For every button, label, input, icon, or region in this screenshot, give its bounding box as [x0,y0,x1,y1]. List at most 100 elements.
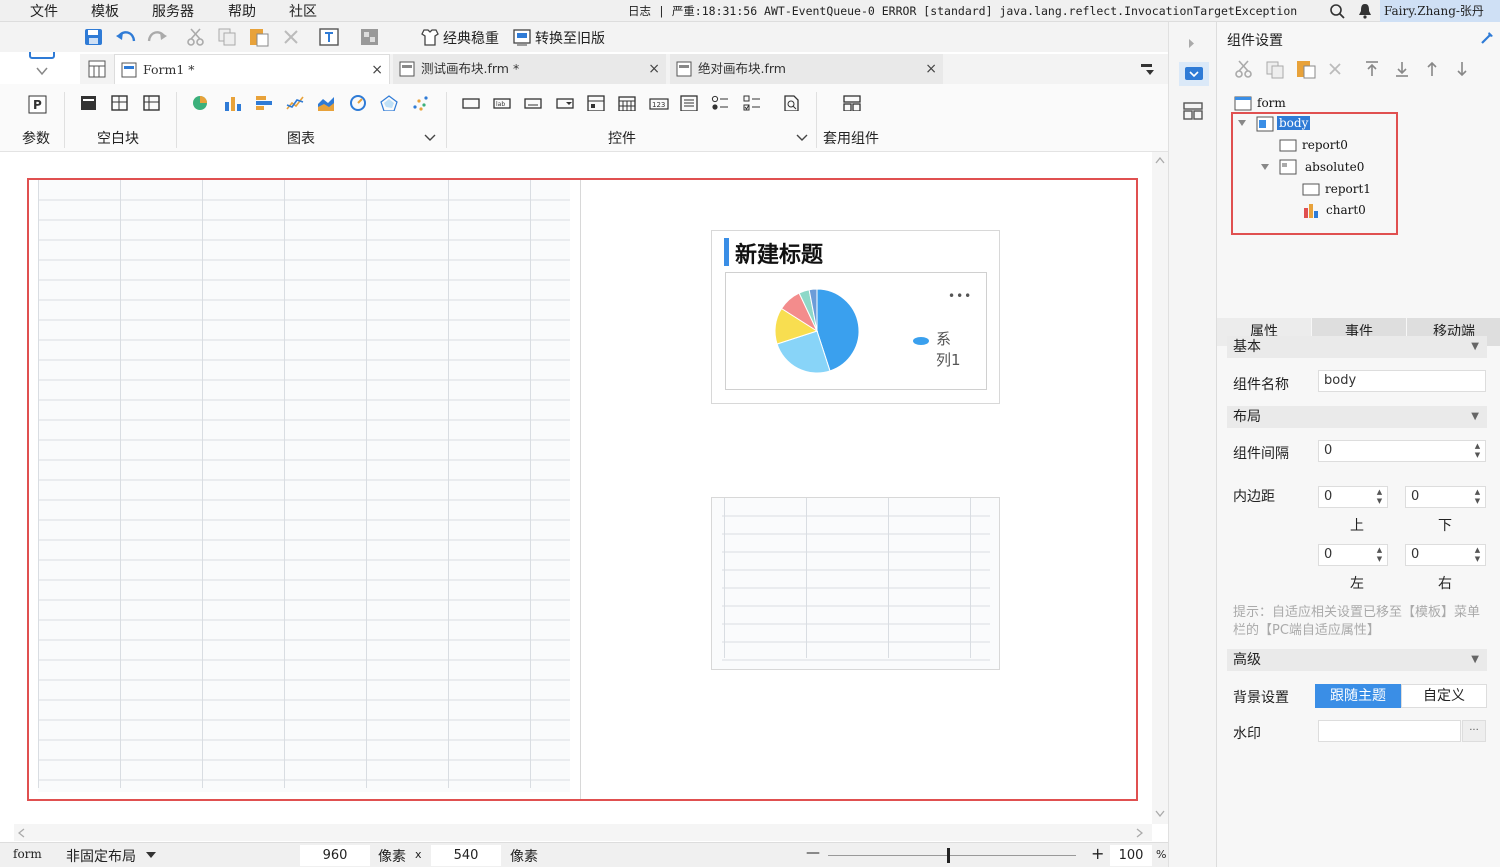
cut-icon[interactable] [186,28,206,46]
padding-top-input[interactable]: 0 ▲ ▼ [1318,486,1388,508]
date-control-icon[interactable] [618,95,636,111]
padding-left-input[interactable]: 0 ▲ ▼ [1318,544,1388,566]
watermark-input[interactable] [1318,720,1461,742]
bell-icon[interactable] [1357,2,1373,19]
label-control-icon[interactable]: lab [493,95,511,111]
padding-spinner-icon[interactable]: ▲ ▼ [1471,488,1484,506]
component-template-icon[interactable] [843,95,861,111]
watermark-more-button[interactable]: ··· [1462,720,1486,742]
layout-mode-select[interactable]: 非固定布局 [66,846,136,866]
user-name[interactable]: Fairy.Zhang-张丹 [1380,0,1500,22]
canvas-width-input[interactable]: 960 [300,845,370,866]
horizontal-bar-icon[interactable] [255,95,273,111]
search-icon[interactable] [1329,3,1345,19]
save-icon[interactable] [84,28,104,46]
parameter-icon[interactable]: P [28,95,48,115]
status-line[interactable]: 日志 | 严重:18:31:56 AWT-EventQueue-0 ERROR … [628,3,1297,19]
zoom-out-button[interactable]: — [806,845,820,861]
query-control-icon[interactable] [783,95,801,111]
move-bottom-icon[interactable] [1395,61,1409,77]
gap-spinner-icon[interactable]: ▲ ▼ [1471,442,1484,460]
zoom-value-input[interactable]: 100 [1110,845,1152,866]
ribbon-control-label[interactable]: 控件 [608,128,636,148]
dropdown-control-icon[interactable] [556,95,574,111]
padding-spinner-icon[interactable]: ▲ ▼ [1373,546,1386,564]
copy-icon[interactable] [217,27,237,47]
log-link[interactable]: 日志 [628,4,651,18]
ribbon-apply-label[interactable]: 套用组件 [823,128,879,148]
expand-panel-icon[interactable] [1188,38,1196,49]
section-advanced[interactable]: 高级 ▼ [1227,649,1487,671]
button-control-icon[interactable] [462,95,480,111]
blank-block-icon[interactable] [80,95,98,111]
section-basic[interactable]: 基本 ▼ [1227,336,1487,358]
menu-community[interactable]: 社区 [289,1,317,21]
tab-close-button[interactable]: × [925,54,937,84]
checkbox-group-control-icon[interactable] [743,95,761,111]
zoom-slider-track[interactable] [828,855,1076,856]
scroll-up-icon[interactable] [1155,157,1165,164]
delete-icon[interactable] [283,29,299,45]
paste-icon[interactable] [248,26,270,48]
radar-chart-icon[interactable] [380,95,398,111]
zoom-in-button[interactable]: + [1091,844,1104,863]
tab-form1[interactable]: Form1 * × [114,54,390,84]
gauge-chart-icon[interactable] [349,95,367,111]
menu-file[interactable]: 文件 [30,1,58,21]
control-expand-chevron-icon[interactable] [796,134,808,142]
padding-right-input[interactable]: 0 ▲ ▼ [1405,544,1486,566]
redo-icon[interactable] [146,28,168,46]
bar-chart-icon[interactable] [224,95,242,111]
section-layout[interactable]: 布局 ▼ [1227,406,1487,428]
horizontal-scrollbar[interactable] [14,824,1152,841]
bg-follow-theme-button[interactable]: 跟随主题 [1315,684,1401,708]
convert-old-version-button[interactable]: 转换至旧版 [535,28,605,48]
text-field-control-icon[interactable] [524,95,542,111]
move-up-icon[interactable] [1425,61,1439,77]
layout-mode-chevron-icon[interactable] [146,852,156,858]
preview-icon[interactable] [319,27,341,47]
tree-delete-icon[interactable] [1328,62,1342,76]
tab-test-canvas[interactable]: 测试画布块.frm * × [393,54,666,84]
vertical-scrollbar[interactable] [1152,152,1168,824]
scroll-right-icon[interactable] [1136,828,1143,838]
tab-close-button[interactable]: × [648,54,660,84]
radio-group-control-icon[interactable] [711,95,729,111]
component-gap-input[interactable]: 0 ▲ ▼ [1318,440,1486,462]
component-name-input[interactable]: body [1318,370,1486,392]
theme-name[interactable]: 经典稳重 [443,28,499,48]
undo-icon[interactable] [115,28,137,46]
scroll-down-icon[interactable] [1155,810,1165,817]
scroll-left-icon[interactable] [18,828,25,838]
padding-spinner-icon[interactable]: ▲ ▼ [1373,488,1386,506]
move-down-icon[interactable] [1455,61,1469,77]
move-top-icon[interactable] [1365,61,1379,77]
tree-cut-icon[interactable] [1234,60,1254,78]
canvas-height-input[interactable]: 540 [431,845,501,866]
absolute-block-icon[interactable] [143,95,161,111]
bg-custom-button[interactable]: 自定义 [1401,684,1487,708]
menu-server[interactable]: 服务器 [152,1,194,21]
theme-icon[interactable] [420,28,440,46]
tab-absolute-canvas[interactable]: 绝对画布块.frm × [670,54,943,84]
padding-spinner-icon[interactable]: ▲ ▼ [1471,546,1484,564]
tree-paste-icon[interactable] [1295,58,1317,80]
tree-node-form[interactable]: form [1257,96,1286,110]
line-chart-icon[interactable] [286,95,304,111]
number-control-icon[interactable]: 123 [649,95,669,111]
menu-template[interactable]: 模板 [91,1,119,21]
ribbon-blank-label[interactable]: 空白块 [97,128,139,148]
layout-panel-icon[interactable] [1183,102,1203,120]
scatter-chart-icon[interactable] [411,95,429,111]
ribbon-chart-label[interactable]: 图表 [287,128,315,148]
tree-copy-icon[interactable] [1265,60,1285,80]
tab-block-icon[interactable] [111,95,129,111]
padding-bottom-input[interactable]: 0 ▲ ▼ [1405,486,1486,508]
component-settings-switch[interactable] [1179,62,1209,86]
grid-toggle-icon[interactable] [360,28,380,46]
error-message[interactable]: 严重:18:31:56 AWT-EventQueue-0 ERROR [stan… [672,4,1297,18]
convert-icon[interactable] [512,28,532,46]
pie-chart-icon[interactable] [192,95,210,111]
menu-help[interactable]: 帮助 [228,1,256,21]
pin-icon[interactable] [1479,30,1495,46]
